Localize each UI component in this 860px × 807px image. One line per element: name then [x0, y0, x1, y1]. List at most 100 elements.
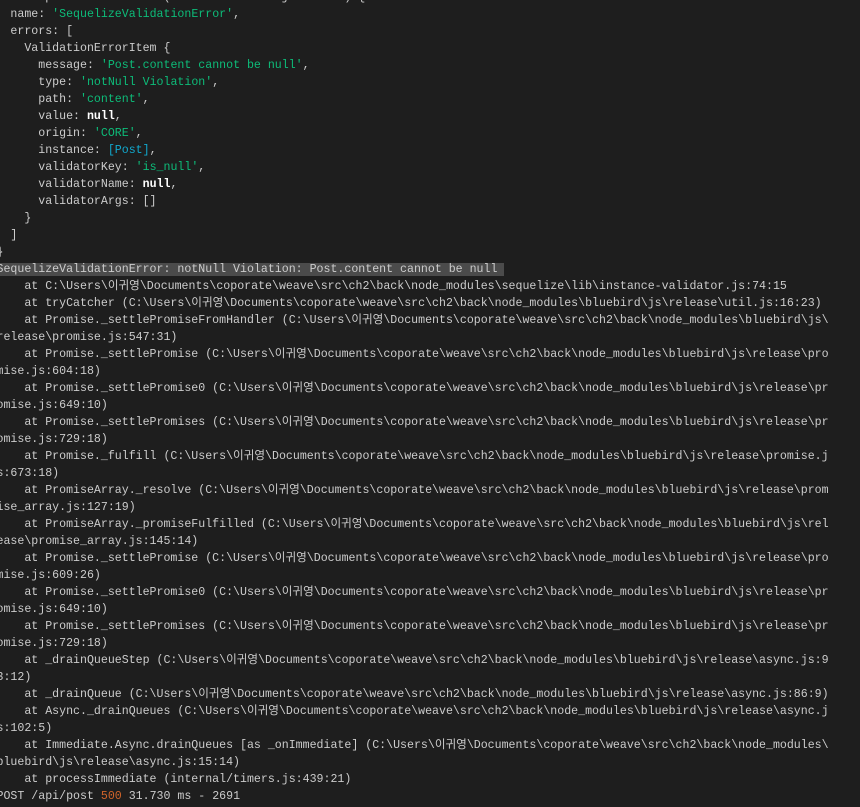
- terminal-text: at Promise._settlePromise (C:\Users\이귀영\…: [0, 347, 829, 361]
- terminal-line: bluebird\js\release\async.js:15:14): [0, 754, 829, 771]
- terminal-text: POST /api/post: [0, 790, 101, 804]
- terminal-line: ValidationErrorItem {: [0, 40, 829, 57]
- terminal-text: [Post]: [107, 143, 150, 157]
- terminal-line: instance: [Post],: [0, 142, 829, 159]
- terminal-line: origin: 'CORE',: [0, 125, 829, 142]
- terminal-text: omise.js:729:18): [0, 432, 108, 446]
- terminal-line: ease\promise_array.js:145:14): [0, 533, 829, 550]
- terminal-text: at PromiseArray._promiseFulfilled (C:\Us…: [0, 517, 829, 531]
- terminal-line: at Promise._settlePromises (C:\Users\이귀영…: [0, 618, 829, 635]
- terminal-text: ,: [302, 58, 310, 72]
- terminal-text: at _drainQueue (C:\Users\이귀영\Documents\c…: [0, 688, 829, 702]
- terminal-text: message:: [0, 58, 101, 72]
- terminal-line: at C:\Users\이귀영\Documents\coporate\weave…: [0, 278, 829, 295]
- terminal-line: validatorKey: 'is_null',: [0, 159, 829, 176]
- terminal-text: mise.js:609:26): [0, 569, 101, 583]
- terminal-line: at Promise._settlePromises (C:\Users\이귀영…: [0, 414, 829, 431]
- terminal-text: 'Post.content cannot be null': [100, 58, 303, 72]
- terminal-text: at PromiseArray._resolve (C:\Users\이귀영\D…: [0, 483, 829, 497]
- terminal-text: ,: [142, 92, 150, 106]
- terminal-line: at PromiseArray._promiseFulfilled (C:\Us…: [0, 516, 829, 533]
- terminal-text: ValidationErrorItem {: [0, 41, 171, 55]
- terminal-line: validatorName: null,: [0, 176, 829, 193]
- terminal-line: release\promise.js:547:31): [0, 329, 829, 346]
- terminal-text: value:: [0, 109, 87, 123]
- terminal-text: at Promise._settlePromise (C:\Users\이귀영\…: [0, 552, 829, 566]
- terminal-line: path: 'content',: [0, 91, 829, 108]
- terminal-text: omise.js:649:10): [0, 398, 108, 412]
- terminal-text: omise.js:649:10): [0, 603, 108, 617]
- terminal-line: omise.js:649:10): [0, 601, 829, 618]
- terminal-text: ]: [10, 228, 18, 242]
- terminal-line: omise.js:649:10): [0, 397, 829, 414]
- terminal-text: at Promise._settlePromises (C:\Users\이귀영…: [0, 415, 829, 429]
- terminal-line: at Promise._settlePromise0 (C:\Users\이귀영…: [0, 584, 829, 601]
- terminal-text: ,: [149, 143, 157, 157]
- terminal-text: validatorArgs: []: [0, 194, 157, 208]
- terminal-text: at Promise._settlePromiseFromHandler (C:…: [0, 313, 829, 327]
- terminal-text: at Promise._fulfill (C:\Users\이귀영\Docume…: [0, 449, 829, 463]
- terminal-text: mise.js:604:18): [0, 364, 101, 378]
- terminal-line: s:673:18): [0, 465, 829, 482]
- terminal-line: at PromiseArray._resolve (C:\Users\이귀영\D…: [0, 482, 829, 499]
- terminal-line: }: [0, 244, 829, 261]
- terminal-line: at Promise._settlePromiseFromHandler (C:…: [0, 312, 829, 329]
- terminal-line: mise.js:609:26): [0, 567, 829, 584]
- terminal-line: type: 'notNull Violation',: [0, 74, 829, 91]
- terminal-text: 31.730 ms - 2691: [121, 790, 241, 804]
- terminal-text: ,: [135, 126, 143, 140]
- terminal-text: at tryCatcher (C:\Users\이귀영\Documents\co…: [0, 296, 822, 310]
- terminal-text: omise.js:729:18): [0, 637, 108, 651]
- terminal-text: validatorKey:: [0, 160, 136, 174]
- terminal-line: omise.js:729:18): [0, 431, 829, 448]
- terminal-text: null: [142, 177, 171, 191]
- terminal-text: at processImmediate (internal/timers.js:…: [0, 0, 365, 4]
- terminal-line: value: null,: [0, 108, 829, 125]
- terminal-line: validatorArgs: []: [0, 193, 829, 210]
- error-message-selected: SequelizeValidationError: notNull Violat…: [0, 262, 505, 276]
- terminal-text: ,: [212, 75, 220, 89]
- terminal-text: release\promise.js:547:31): [0, 330, 178, 344]
- terminal-line: at _drainQueue (C:\Users\이귀영\Documents\c…: [0, 686, 829, 703]
- terminal-text: at Async._drainQueues (C:\Users\이귀영\Docu…: [0, 705, 829, 719]
- terminal-text: ,: [114, 109, 122, 123]
- terminal-line: POST /api/post 500 31.730 ms - 2691: [0, 788, 829, 805]
- terminal-line: at _drainQueueStep (C:\Users\이귀영\Documen…: [0, 652, 829, 669]
- terminal-text: 'notNull Violation': [80, 75, 213, 89]
- terminal-text: }: [0, 246, 3, 259]
- terminal-text: 'is_null': [135, 160, 199, 174]
- terminal-text: at _drainQueueStep (C:\Users\이귀영\Documen…: [0, 654, 829, 668]
- terminal-text: 'SequelizeValidationError': [52, 7, 234, 21]
- terminal-text: at processImmediate (internal/timers.js:…: [0, 773, 352, 787]
- terminal-line: SequelizeValidationError: notNull Violat…: [0, 261, 829, 278]
- terminal-line: omise.js:729:18): [0, 635, 829, 652]
- terminal-text: origin:: [0, 126, 94, 140]
- terminal-text: path:: [0, 92, 80, 106]
- terminal-line: }: [0, 210, 829, 227]
- terminal-text: 'content': [80, 92, 143, 106]
- terminal-text: 3:12): [0, 671, 32, 685]
- terminal-text: null: [86, 109, 115, 123]
- terminal-text: ise_array.js:127:19): [0, 500, 136, 514]
- terminal-text: ,: [170, 177, 178, 191]
- terminal-line: at Promise._fulfill (C:\Users\이귀영\Docume…: [0, 448, 829, 465]
- terminal-line: message: 'Post.content cannot be null',: [0, 57, 829, 74]
- terminal-line: at Promise._settlePromise (C:\Users\이귀영\…: [0, 550, 829, 567]
- terminal-line: at Immediate.Async.drainQueues [as _onIm…: [0, 737, 828, 754]
- terminal-line: at Async._drainQueues (C:\Users\이귀영\Docu…: [0, 703, 829, 720]
- terminal-output[interactable]: at processImmediate (internal/timers.js:…: [0, 0, 829, 805]
- terminal-text: at Promise._settlePromises (C:\Users\이귀영…: [0, 620, 829, 634]
- terminal-text: ,: [198, 160, 206, 174]
- terminal-text: at Promise._settlePromise0 (C:\Users\이귀영…: [0, 381, 829, 395]
- terminal-line: at processImmediate (internal/timers.js:…: [0, 771, 829, 788]
- terminal-text: name:: [0, 7, 53, 21]
- terminal-text: }: [24, 211, 32, 225]
- terminal-line: at Promise._settlePromise0 (C:\Users\이귀영…: [0, 380, 829, 397]
- terminal-line: at tryCatcher (C:\Users\이귀영\Documents\co…: [0, 295, 829, 312]
- terminal-line: ]: [0, 227, 829, 244]
- terminal-line: errors: [: [0, 23, 829, 40]
- terminal-text: ease\promise_array.js:145:14): [0, 535, 199, 548]
- terminal-text: at Promise._settlePromise0 (C:\Users\이귀영…: [0, 586, 829, 600]
- terminal-text: validatorName:: [0, 177, 143, 191]
- terminal-text: bluebird\js\release\async.js:15:14): [0, 756, 241, 770]
